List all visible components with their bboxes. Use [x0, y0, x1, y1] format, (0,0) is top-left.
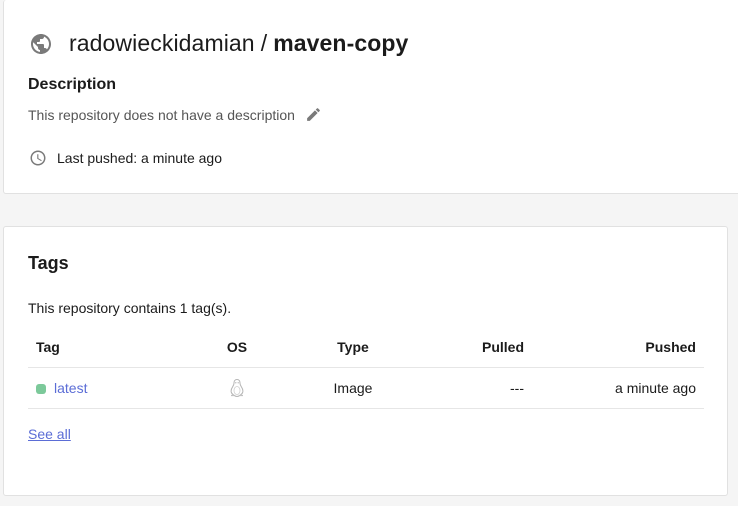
type-cell: Image	[290, 367, 416, 409]
pulled-cell: ---	[416, 367, 532, 409]
globe-icon	[29, 32, 53, 56]
column-header-pushed: Pushed	[532, 327, 704, 368]
tag-cell: latest	[28, 367, 184, 409]
linux-icon	[229, 378, 245, 398]
description-text: This repository does not have a descript…	[28, 106, 295, 123]
column-header-type: Type	[290, 327, 416, 368]
edit-description-pencil-icon[interactable]	[305, 106, 322, 123]
tags-count-text: This repository contains 1 tag(s).	[28, 300, 232, 316]
os-cell	[184, 367, 290, 409]
repo-separator: /	[260, 30, 268, 56]
tag-status-dot	[36, 384, 46, 395]
tags-table-header: Tag OS Type Pulled Pushed	[28, 327, 704, 368]
repo-title: radowieckidamian / maven-copy	[69, 30, 408, 57]
repository-info-card: radowieckidamian / maven-copy Description …	[3, 0, 738, 194]
repo-name: maven-copy	[273, 30, 409, 56]
clock-icon	[29, 149, 47, 167]
table-row: latest Image --- a minute ago	[28, 367, 704, 409]
last-pushed-row: Last pushed: a minute ago	[29, 149, 222, 167]
description-row: This repository does not have a descript…	[28, 106, 322, 123]
column-header-os: OS	[184, 327, 290, 368]
repo-namespace: radowieckidamian	[69, 30, 255, 56]
description-label: Description	[28, 76, 117, 93]
last-pushed-text: Last pushed: a minute ago	[57, 150, 223, 166]
tags-heading: Tags	[28, 253, 69, 273]
column-header-tag: Tag	[28, 327, 184, 368]
tags-table: Tag OS Type Pulled Pushed latest Image -…	[28, 327, 704, 409]
pushed-cell: a minute ago	[532, 367, 704, 409]
see-all-link[interactable]: See all	[28, 426, 71, 442]
column-header-pulled: Pulled	[416, 327, 532, 368]
tag-link-latest[interactable]: latest	[54, 380, 87, 396]
tags-card: Tags This repository contains 1 tag(s). …	[3, 226, 728, 496]
repo-header: radowieckidamian / maven-copy	[29, 30, 408, 57]
